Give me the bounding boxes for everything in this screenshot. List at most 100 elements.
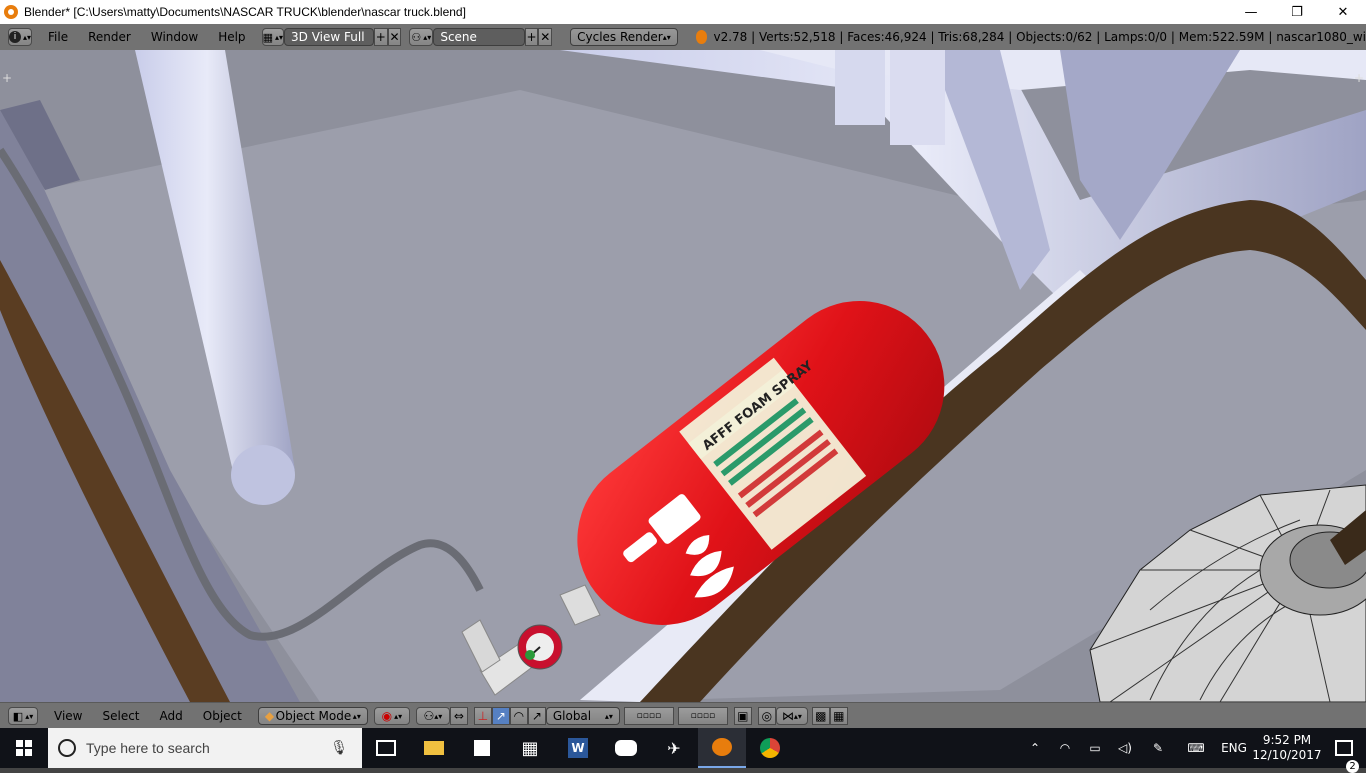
- area-split-icon[interactable]: +: [2, 71, 12, 85]
- lock-icon: ▣: [737, 709, 749, 723]
- volume-icon[interactable]: ◁): [1110, 741, 1140, 755]
- menu-select[interactable]: Select: [92, 709, 149, 723]
- chevron-updown-icon: ▴▾: [274, 32, 283, 42]
- layers-group-1[interactable]: ▫▫▫▫: [623, 707, 674, 725]
- info-icon: i: [9, 31, 21, 43]
- notification-center-button[interactable]: 2: [1322, 740, 1366, 773]
- pen-icon[interactable]: ✎: [1140, 741, 1176, 755]
- 3d-view-header: ◧ ▴▾ View Select Add Object ◆ Object Mod…: [0, 702, 1366, 729]
- chevron-updown-icon: ▴▾: [793, 711, 802, 721]
- pivot-point-button[interactable]: ⚇ ▴▾: [415, 707, 450, 725]
- render-engine-dropdown[interactable]: Cycles Render ▴▾: [570, 28, 678, 46]
- rotate-button[interactable]: ◠: [509, 707, 528, 725]
- menu-render[interactable]: Render: [78, 30, 141, 44]
- search-placeholder: Type here to search: [86, 740, 210, 756]
- menu-view[interactable]: View: [44, 709, 92, 723]
- menu-add[interactable]: Add: [150, 709, 193, 723]
- shading-icon: ◉: [381, 709, 393, 723]
- menu-object[interactable]: Object: [193, 709, 252, 723]
- transform-orientation-dropdown[interactable]: Global ▴▾: [545, 707, 620, 725]
- blender-taskbar-button[interactable]: [698, 728, 746, 768]
- notification-count: 2: [1346, 760, 1359, 773]
- orientation-label: Global: [552, 709, 592, 723]
- proportional-edit-button[interactable]: ◎: [757, 707, 776, 725]
- lock-camera-button[interactable]: ▣: [733, 707, 752, 725]
- manipulator-toggle[interactable]: ⇔: [449, 707, 468, 725]
- keyboard-icon[interactable]: ⌨: [1176, 741, 1216, 755]
- render-animation-button[interactable]: ▦: [829, 707, 848, 725]
- menu-help[interactable]: Help: [208, 30, 255, 44]
- object-mode-icon: ◆: [264, 709, 275, 723]
- layout-grid-icon: ▦: [262, 30, 273, 44]
- discord-button[interactable]: [602, 728, 650, 768]
- translate-button[interactable]: ↗: [491, 707, 510, 725]
- word-button[interactable]: W: [554, 728, 602, 768]
- screen-layout-field[interactable]: 3D View Full: [284, 28, 374, 46]
- search-icon: [58, 739, 76, 757]
- arrow-icon: ↗: [495, 709, 506, 723]
- snap-button[interactable]: ⋈ ▴▾: [775, 707, 808, 725]
- delete-scene-button[interactable]: ✕: [538, 28, 553, 46]
- chevron-updown-icon: ▴▾: [25, 711, 34, 721]
- add-layout-button[interactable]: +: [373, 28, 388, 46]
- viewport-scene: AFFF FOAM SPRAY + +: [0, 50, 1366, 702]
- translate-manipulator-button[interactable]: ⊥: [473, 707, 492, 725]
- file-explorer-button[interactable]: [410, 728, 458, 768]
- cube-icon: ◧: [12, 709, 24, 723]
- window-title-bar: Blender* [C:\Users\matty\Documents\NASCA…: [0, 0, 1366, 24]
- manipulator-icon: ⇔: [453, 709, 464, 723]
- scale-button[interactable]: ↗: [527, 707, 546, 725]
- 3d-viewport[interactable]: AFFF FOAM SPRAY + +: [0, 50, 1366, 702]
- taskbar: Type here to search 🎙 ▦ W ✈ ⌃ ◠ ▭ ◁) ✎ ⌨…: [0, 728, 1366, 773]
- battery-icon[interactable]: ▭: [1080, 741, 1110, 755]
- scale-icon: ↗: [531, 709, 542, 723]
- clock-time: 9:52 PM: [1262, 733, 1312, 747]
- render-engine-label: Cycles Render: [577, 30, 663, 44]
- editor-type-button[interactable]: i ▴▾: [8, 28, 33, 46]
- chrome-button[interactable]: [746, 728, 794, 768]
- clapperboard-icon: ▦: [833, 709, 845, 723]
- maximize-button[interactable]: ❐: [1274, 0, 1320, 24]
- mode-dropdown[interactable]: ◆ Object Mode ▴▾: [257, 707, 368, 725]
- clock[interactable]: 9:52 PM 12/10/2017: [1252, 733, 1322, 763]
- app-icon: ✈: [667, 738, 681, 758]
- mode-label: Object Mode: [275, 709, 352, 723]
- app-button[interactable]: ✈: [650, 728, 698, 768]
- blender-logo-icon: [712, 738, 732, 756]
- taskbar-search[interactable]: Type here to search 🎙: [48, 728, 362, 768]
- area-split-icon-right[interactable]: +: [1354, 71, 1364, 85]
- minimize-button[interactable]: —: [1228, 0, 1274, 24]
- layers-group-2[interactable]: ▫▫▫▫: [677, 707, 728, 725]
- menu-window[interactable]: Window: [141, 30, 208, 44]
- folder-icon: [424, 741, 444, 755]
- delete-layout-button[interactable]: ✕: [387, 28, 402, 46]
- clock-date: 12/10/2017: [1252, 748, 1322, 762]
- start-button[interactable]: [0, 728, 48, 768]
- scene-selector[interactable]: ⚇ ▴▾: [409, 28, 434, 46]
- chevron-updown-icon: ▴▾: [662, 32, 671, 42]
- pivot-icon: ⚇: [423, 709, 435, 723]
- scene-field[interactable]: Scene: [433, 28, 525, 46]
- task-view-button[interactable]: [362, 728, 410, 768]
- microphone-icon[interactable]: 🎙: [330, 740, 348, 756]
- viewport-shading-button[interactable]: ◉ ▴▾: [373, 707, 410, 725]
- plus-icon: +: [526, 30, 537, 44]
- show-hidden-icons[interactable]: ⌃: [1020, 741, 1050, 755]
- render-button[interactable]: ▩: [811, 707, 830, 725]
- editor-type-button[interactable]: ◧ ▴▾: [8, 707, 38, 725]
- language-indicator[interactable]: ENG: [1216, 741, 1252, 755]
- screen-layout-selector[interactable]: ▦ ▴▾: [261, 28, 285, 46]
- store-button[interactable]: [458, 728, 506, 768]
- camera-icon: ▩: [815, 709, 827, 723]
- network-icon[interactable]: ◠: [1050, 741, 1080, 755]
- chevron-updown-icon: ▴▾: [434, 711, 443, 721]
- blender-logo-icon: [4, 5, 18, 19]
- menu-file[interactable]: File: [38, 30, 78, 44]
- chevron-updown-icon: ▴▾: [352, 711, 361, 721]
- word-icon: W: [568, 738, 588, 758]
- close-button[interactable]: ✕: [1320, 0, 1366, 24]
- calculator-button[interactable]: ▦: [506, 728, 554, 768]
- info-header: i ▴▾ File Render Window Help ▦ ▴▾ 3D Vie…: [0, 24, 1366, 51]
- add-scene-button[interactable]: +: [524, 28, 539, 46]
- axis-icon: ⊥: [477, 709, 489, 723]
